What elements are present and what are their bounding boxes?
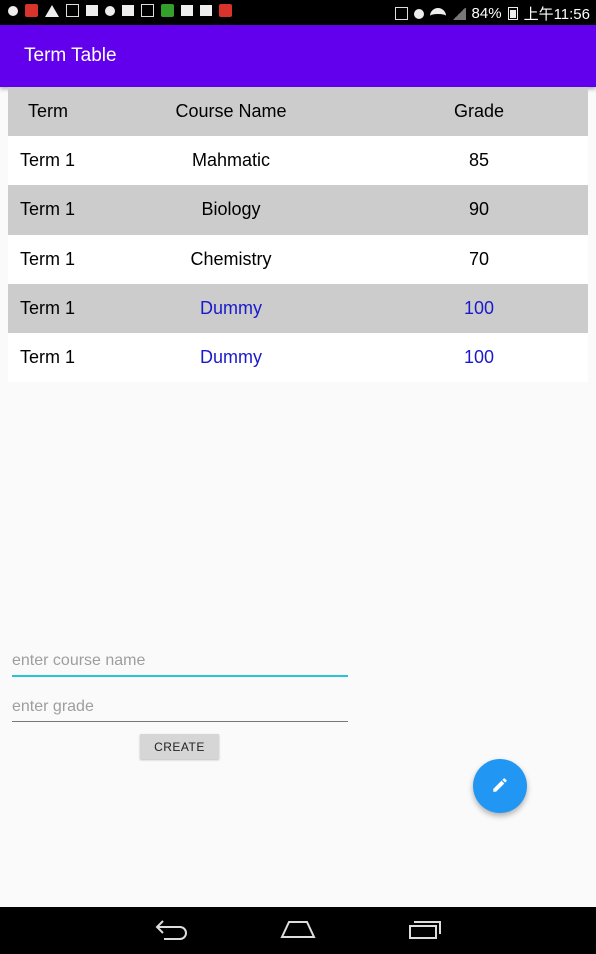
- term-table: Term Course Name Grade Term 1 Mahmatic 8…: [8, 87, 588, 383]
- cell-grade: 100: [463, 347, 495, 368]
- image-icon: [141, 4, 154, 17]
- header-term: Term: [28, 101, 68, 122]
- navigation-bar: [0, 907, 596, 954]
- home-icon: [279, 918, 317, 944]
- table-row: Term 1 Chemistry 70: [8, 234, 588, 284]
- status-bar: 84% 上午11:56: [0, 0, 596, 25]
- barcode-icon: [200, 5, 212, 16]
- table-row: Term 1 Dummy 100: [8, 332, 588, 383]
- notification-icon: [8, 5, 18, 16]
- cell-grade: 100: [463, 297, 495, 318]
- cell-term: Term 1: [20, 297, 76, 318]
- header-grade: Grade: [453, 101, 505, 122]
- edit-pencil-icon: [491, 776, 509, 797]
- upload-icon: [122, 5, 134, 16]
- grade-input[interactable]: [12, 692, 348, 722]
- create-button[interactable]: CREATE: [140, 734, 219, 759]
- course-name-input[interactable]: [12, 647, 348, 677]
- header-course-name: Course Name: [175, 101, 287, 122]
- cell-grade: 90: [468, 199, 490, 220]
- recent-apps-button[interactable]: [404, 919, 444, 943]
- cell-grade: 70: [468, 248, 490, 269]
- download-done-icon: [181, 5, 193, 16]
- notification-icons: [8, 4, 232, 17]
- bluetooth-icon: [394, 7, 408, 20]
- android-icon: [161, 4, 174, 17]
- table-row: Term 1 Mahmatic 85: [8, 136, 588, 186]
- cell-course: Chemistry: [190, 248, 272, 269]
- cell-term: Term 1: [20, 150, 76, 171]
- system-status: 84% 上午11:56: [394, 3, 590, 24]
- wifi-icon: [429, 7, 446, 20]
- cell-term: Term 1: [20, 347, 76, 368]
- clock: 上午11:56: [523, 6, 590, 23]
- signal-icon: [451, 7, 466, 20]
- app-bar: Term Table: [0, 25, 596, 87]
- cell-course: Biology: [201, 199, 261, 220]
- app-title: Term Table: [24, 45, 117, 66]
- app-notification-icon: [25, 4, 38, 17]
- back-icon: [154, 918, 190, 944]
- warning-icon: [45, 4, 59, 17]
- battery-percent: 84%: [471, 5, 502, 22]
- cell-grade: 85: [468, 150, 490, 171]
- battery-icon: [507, 7, 518, 20]
- app-icon: [219, 4, 232, 17]
- cell-term: Term 1: [20, 199, 76, 220]
- usb-icon: [86, 5, 98, 16]
- cell-term: Term 1: [20, 248, 76, 269]
- table-header-row: Term Course Name Grade: [8, 87, 588, 137]
- recent-apps-icon: [406, 918, 442, 944]
- home-button[interactable]: [278, 919, 318, 943]
- table-row: Term 1 Biology 90: [8, 185, 588, 235]
- cell-course: Dummy: [200, 347, 262, 368]
- cell-course: Dummy: [200, 297, 262, 318]
- wifi-notify-icon: [105, 5, 115, 16]
- edit-fab-button[interactable]: [473, 759, 527, 813]
- message-icon: [66, 4, 79, 17]
- cell-course: Mahmatic: [191, 150, 271, 171]
- back-button[interactable]: [152, 919, 192, 943]
- rotate-icon: [413, 8, 424, 19]
- table-row: Term 1 Dummy 100: [8, 283, 588, 333]
